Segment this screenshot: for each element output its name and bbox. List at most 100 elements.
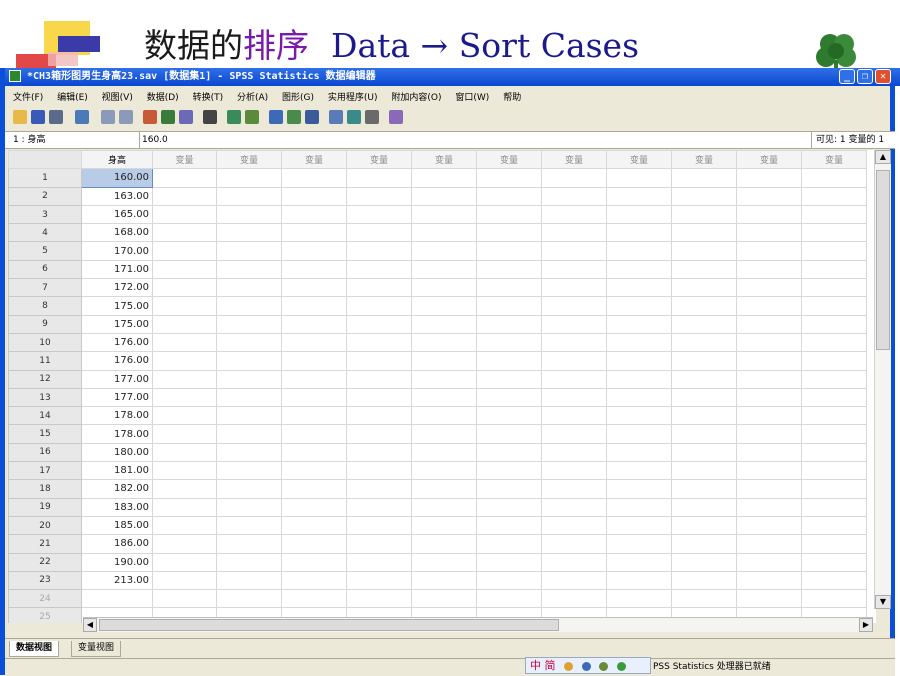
empty-cell[interactable] <box>411 259 477 280</box>
menu-data[interactable]: 数据(D) <box>147 93 179 103</box>
empty-cell[interactable] <box>736 168 802 188</box>
row-number[interactable]: 11 <box>8 351 82 371</box>
row-number[interactable]: 3 <box>8 204 82 225</box>
empty-cell[interactable] <box>411 461 477 481</box>
empty-cell[interactable] <box>541 461 607 481</box>
empty-cell[interactable] <box>346 424 412 444</box>
empty-cell[interactable] <box>281 515 347 536</box>
empty-cell[interactable] <box>671 278 737 298</box>
redo-icon[interactable] <box>119 110 133 124</box>
empty-cell[interactable] <box>606 424 672 444</box>
empty-cell[interactable] <box>476 442 542 463</box>
empty-cell[interactable] <box>152 259 217 280</box>
horizontal-scroll-thumb[interactable] <box>99 619 559 631</box>
height-cell[interactable]: 160.00 <box>81 168 153 188</box>
empty-cell[interactable] <box>541 552 607 572</box>
empty-cell[interactable] <box>541 369 607 389</box>
insert-cases-icon[interactable] <box>227 110 241 124</box>
empty-cell[interactable] <box>152 461 217 481</box>
empty-cell[interactable] <box>476 186 542 206</box>
vertical-scroll-thumb[interactable] <box>876 170 890 350</box>
height-cell[interactable]: 165.00 <box>81 204 153 225</box>
empty-cell[interactable] <box>736 351 802 371</box>
empty-cell[interactable] <box>541 204 607 225</box>
empty-cell[interactable] <box>216 369 282 389</box>
empty-cell[interactable] <box>671 552 737 572</box>
dialog-recall-icon[interactable] <box>75 110 89 124</box>
empty-cell[interactable] <box>281 241 347 261</box>
empty-cell[interactable] <box>411 406 477 426</box>
empty-cell[interactable] <box>541 314 607 334</box>
empty-cell[interactable] <box>606 241 672 261</box>
row-number[interactable]: 19 <box>8 497 82 517</box>
empty-cell[interactable] <box>216 387 282 408</box>
empty-cell[interactable] <box>801 259 867 280</box>
empty-cell[interactable] <box>606 223 672 243</box>
empty-cell[interactable] <box>671 259 737 280</box>
ime-keyboard-icon[interactable] <box>581 661 591 671</box>
empty-cell[interactable] <box>152 168 217 188</box>
empty-cell[interactable] <box>281 314 347 334</box>
empty-cell[interactable] <box>606 351 672 371</box>
empty-cell[interactable] <box>346 497 412 517</box>
height-cell[interactable]: 178.00 <box>81 406 153 426</box>
empty-cell[interactable] <box>281 497 347 517</box>
row-number[interactable]: 14 <box>8 406 82 426</box>
empty-cell[interactable] <box>476 369 542 389</box>
empty-cell[interactable] <box>671 589 737 609</box>
empty-cell[interactable] <box>801 424 867 444</box>
empty-cell[interactable] <box>281 534 347 554</box>
scroll-left-arrow-icon[interactable]: ◀ <box>83 618 97 632</box>
empty-cell[interactable] <box>152 552 217 572</box>
vertical-scrollbar[interactable]: ▲ ▼ <box>874 150 891 609</box>
empty-cell[interactable] <box>476 332 542 353</box>
empty-cell[interactable] <box>346 332 412 353</box>
empty-cell[interactable] <box>346 461 412 481</box>
empty-cell[interactable] <box>801 387 867 408</box>
empty-cell[interactable] <box>281 369 347 389</box>
empty-cell[interactable] <box>281 278 347 298</box>
empty-cell[interactable] <box>736 589 802 609</box>
row-number[interactable]: 23 <box>8 570 82 591</box>
goto-variable-icon[interactable] <box>161 110 175 124</box>
empty-cell[interactable] <box>801 552 867 572</box>
empty-cell[interactable] <box>281 442 347 463</box>
height-cell[interactable]: 175.00 <box>81 314 153 334</box>
column-header-empty[interactable]: 变量 <box>411 150 477 170</box>
empty-cell[interactable] <box>346 314 412 334</box>
height-cell[interactable]: 177.00 <box>81 369 153 389</box>
empty-cell[interactable] <box>281 570 347 591</box>
tab-data-view[interactable]: 数据视图 <box>9 641 60 657</box>
empty-cell[interactable] <box>541 442 607 463</box>
empty-cell[interactable] <box>152 296 217 316</box>
column-header-height[interactable]: 身高 <box>81 150 153 170</box>
empty-cell[interactable] <box>671 314 737 334</box>
height-cell[interactable]: 185.00 <box>81 515 153 536</box>
empty-cell[interactable] <box>606 168 672 188</box>
empty-cell[interactable] <box>736 332 802 353</box>
empty-cell[interactable] <box>152 204 217 225</box>
empty-cell[interactable] <box>152 424 217 444</box>
height-cell[interactable]: 180.00 <box>81 442 153 463</box>
empty-cell[interactable] <box>346 442 412 463</box>
ime-toolbar[interactable]: 中 简 <box>525 657 651 674</box>
empty-cell[interactable] <box>411 296 477 316</box>
empty-cell[interactable] <box>281 387 347 408</box>
height-cell[interactable]: 182.00 <box>81 479 153 499</box>
empty-cell[interactable] <box>281 461 347 481</box>
empty-cell[interactable] <box>346 259 412 280</box>
empty-cell[interactable] <box>411 552 477 572</box>
grid-corner[interactable] <box>8 150 82 170</box>
empty-cell[interactable] <box>216 351 282 371</box>
empty-cell[interactable] <box>801 314 867 334</box>
select-cases-icon[interactable] <box>305 110 319 124</box>
empty-cell[interactable] <box>801 534 867 554</box>
empty-cell[interactable] <box>216 552 282 572</box>
height-cell[interactable]: 175.00 <box>81 296 153 316</box>
empty-cell[interactable] <box>476 259 542 280</box>
empty-cell[interactable] <box>411 369 477 389</box>
empty-cell[interactable] <box>152 387 217 408</box>
scroll-right-arrow-icon[interactable]: ▶ <box>859 618 873 632</box>
row-number[interactable]: 17 <box>8 461 82 481</box>
height-cell[interactable]: 190.00 <box>81 552 153 572</box>
